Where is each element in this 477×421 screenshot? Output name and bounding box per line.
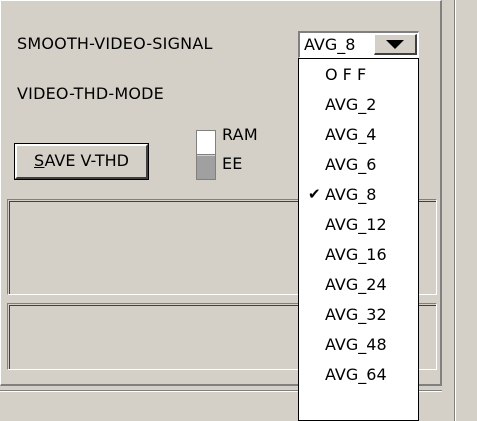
dropdown-option-label: AVG_8 — [325, 185, 377, 204]
dropdown-option-label: AVG_16 — [325, 245, 387, 264]
video-thd-mode-label: VIDEO-THD-MODE — [17, 84, 164, 103]
dropdown-option[interactable]: AVG_64 — [299, 361, 418, 388]
dropdown-option-label: AVG_48 — [325, 335, 387, 354]
dropdown-option[interactable]: AVG_48 — [299, 331, 418, 358]
ee-label: EE — [222, 154, 243, 173]
dropdown-option[interactable]: ✔ AVG_8 — [299, 181, 418, 208]
memory-target-indicator — [196, 130, 216, 180]
dropdown-option[interactable]: AVG_2 — [299, 91, 418, 118]
dropdown-option-label: O F F — [325, 65, 367, 84]
smooth-video-signal-label: SMOOTH-VIDEO-SIGNAL — [17, 34, 213, 53]
dropdown-option[interactable]: AVG_24 — [299, 271, 418, 298]
ram-label: RAM — [222, 125, 258, 144]
save-button-mnemonic: S — [34, 151, 45, 170]
dropdown-toggle-button[interactable] — [374, 34, 417, 55]
save-button-label: AVE V-THD — [44, 151, 129, 170]
dropdown-option[interactable]: AVG_12 — [299, 211, 418, 238]
dropdown-option[interactable]: AVG_4 — [299, 121, 418, 148]
smooth-video-signal-options: O F F AVG_2 AVG_4 AVG_6 ✔ AVG_8 AVG_12 AVG_16 AV… — [298, 58, 419, 421]
smooth-video-signal-value: AVG_8 — [304, 35, 356, 54]
dropdown-option-label: AVG_12 — [325, 215, 387, 234]
dropdown-option-label: AVG_64 — [325, 365, 387, 384]
dropdown-option-label: AVG_32 — [325, 305, 387, 324]
dropdown-option[interactable]: AVG_6 — [299, 151, 418, 178]
dropdown-option[interactable]: AVG_32 — [299, 301, 418, 328]
save-v-thd-button[interactable]: SAVE V-THD — [15, 144, 148, 179]
dropdown-option-label: AVG_4 — [325, 125, 377, 144]
smooth-video-signal-select[interactable]: AVG_8 — [298, 31, 419, 58]
dropdown-option-label: AVG_2 — [325, 95, 377, 114]
dropdown-option[interactable]: AVG_16 — [299, 241, 418, 268]
right-panel-edge — [442, 0, 477, 421]
checkmark-icon: ✔ — [308, 185, 321, 203]
triangle-down-icon — [386, 40, 404, 49]
dropdown-option-label: AVG_24 — [325, 275, 387, 294]
dropdown-option[interactable]: O F F — [299, 61, 418, 88]
dropdown-option-label: AVG_6 — [325, 155, 377, 174]
